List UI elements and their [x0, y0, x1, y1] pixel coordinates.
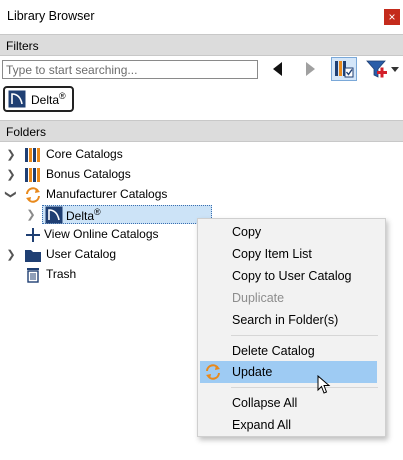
- tree-item-label: Core Catalogs: [46, 147, 123, 161]
- back-button[interactable]: [271, 60, 285, 78]
- menu-separator: [231, 387, 378, 388]
- tree-item-user-catalog[interactable]: ❯ User Catalog: [0, 245, 200, 264]
- filters-header-label: Filters: [6, 39, 39, 53]
- window-title: Library Browser: [7, 9, 95, 23]
- menu-item-duplicate: Duplicate: [198, 287, 385, 309]
- menu-item-label: Collapse All: [232, 396, 298, 410]
- tree-item-label: Delta®: [66, 207, 101, 223]
- active-filter-label: Delta®: [31, 91, 66, 107]
- tree-item-label: View Online Catalogs: [44, 227, 159, 241]
- menu-item-delete-catalog[interactable]: Delete Catalog: [198, 340, 385, 362]
- menu-item-label: Delete Catalog: [232, 344, 315, 358]
- menu-item-collapse-all[interactable]: Collapse All: [198, 392, 385, 414]
- menu-item-label: Copy: [232, 225, 262, 239]
- menu-item-update[interactable]: Update: [200, 361, 377, 383]
- filter-dropdown-button[interactable]: [390, 63, 400, 75]
- menu-item-label: Duplicate: [232, 291, 285, 305]
- catalog-filter-button[interactable]: [331, 57, 357, 81]
- books-icon: [25, 148, 40, 162]
- menu-item-label: Expand All: [232, 418, 292, 432]
- add-filter-button[interactable]: [366, 57, 388, 81]
- folders-header-label: Folders: [6, 125, 47, 139]
- mouse-pointer-icon: [317, 375, 331, 394]
- menu-separator: [231, 335, 378, 336]
- delta-catalog-icon: [45, 206, 63, 224]
- menu-item-label: Copy Item List: [232, 247, 312, 261]
- books-icon: [25, 168, 40, 182]
- tree-item-core-catalogs[interactable]: ❯ Core Catalogs: [0, 145, 200, 164]
- catalog-filter-icon: [335, 61, 354, 78]
- folder-icon: [25, 250, 41, 262]
- tree-item-label: Manufacturer Catalogs: [46, 187, 168, 201]
- tree-item-delta[interactable]: Delta®: [42, 205, 212, 224]
- tree-item-label: Trash: [46, 267, 77, 281]
- menu-item-copy-item-list[interactable]: Copy Item List: [198, 243, 385, 265]
- dropdown-caret-icon: [391, 66, 399, 72]
- sync-arrows-icon: [26, 187, 40, 203]
- search-input[interactable]: [2, 60, 258, 79]
- plus-icon: [26, 228, 40, 242]
- menu-item-label: Search in Folder(s): [232, 313, 339, 327]
- active-filter-chip[interactable]: Delta®: [3, 86, 74, 112]
- close-icon: ×: [388, 10, 396, 24]
- menu-item-label: Update: [232, 365, 273, 379]
- menu-item-search-in-folders[interactable]: Search in Folder(s): [198, 309, 385, 331]
- forward-button[interactable]: [303, 60, 317, 78]
- expand-chevron-icon[interactable]: ❯: [5, 245, 17, 264]
- tree-item-view-online-catalogs[interactable]: View Online Catalogs: [0, 225, 200, 244]
- tree-item-manufacturer-catalogs[interactable]: ❯ Manufacturer Catalogs: [0, 185, 200, 204]
- funnel-add-icon: [366, 60, 387, 78]
- sync-arrows-icon: [206, 364, 220, 380]
- collapse-chevron-icon[interactable]: ❯: [2, 189, 21, 201]
- expand-chevron-icon[interactable]: ❯: [25, 205, 37, 224]
- delta-catalog-icon: [8, 90, 26, 108]
- expand-chevron-icon[interactable]: ❯: [5, 145, 17, 164]
- menu-item-label: Copy to User Catalog: [232, 269, 352, 283]
- filters-header: Filters: [0, 34, 403, 56]
- menu-item-expand-all[interactable]: Expand All: [198, 414, 385, 436]
- tree-item-label: User Catalog: [46, 247, 117, 261]
- menu-item-copy[interactable]: Copy: [198, 221, 385, 243]
- tree-item-label: Bonus Catalogs: [46, 167, 131, 181]
- close-button[interactable]: ×: [384, 9, 400, 25]
- back-arrow-icon: [273, 62, 282, 76]
- tree-item-bonus-catalogs[interactable]: ❯ Bonus Catalogs: [0, 165, 200, 184]
- folders-header: Folders: [0, 120, 403, 142]
- tree-item-trash[interactable]: Trash: [0, 265, 200, 284]
- trash-icon: [27, 268, 39, 283]
- expand-chevron-icon[interactable]: ❯: [5, 165, 17, 184]
- forward-arrow-icon: [306, 62, 315, 76]
- menu-item-copy-to-user-catalog[interactable]: Copy to User Catalog: [198, 265, 385, 287]
- title-bar: Library Browser ×: [0, 0, 403, 33]
- context-menu: Copy Copy Item List Copy to User Catalog…: [197, 218, 386, 437]
